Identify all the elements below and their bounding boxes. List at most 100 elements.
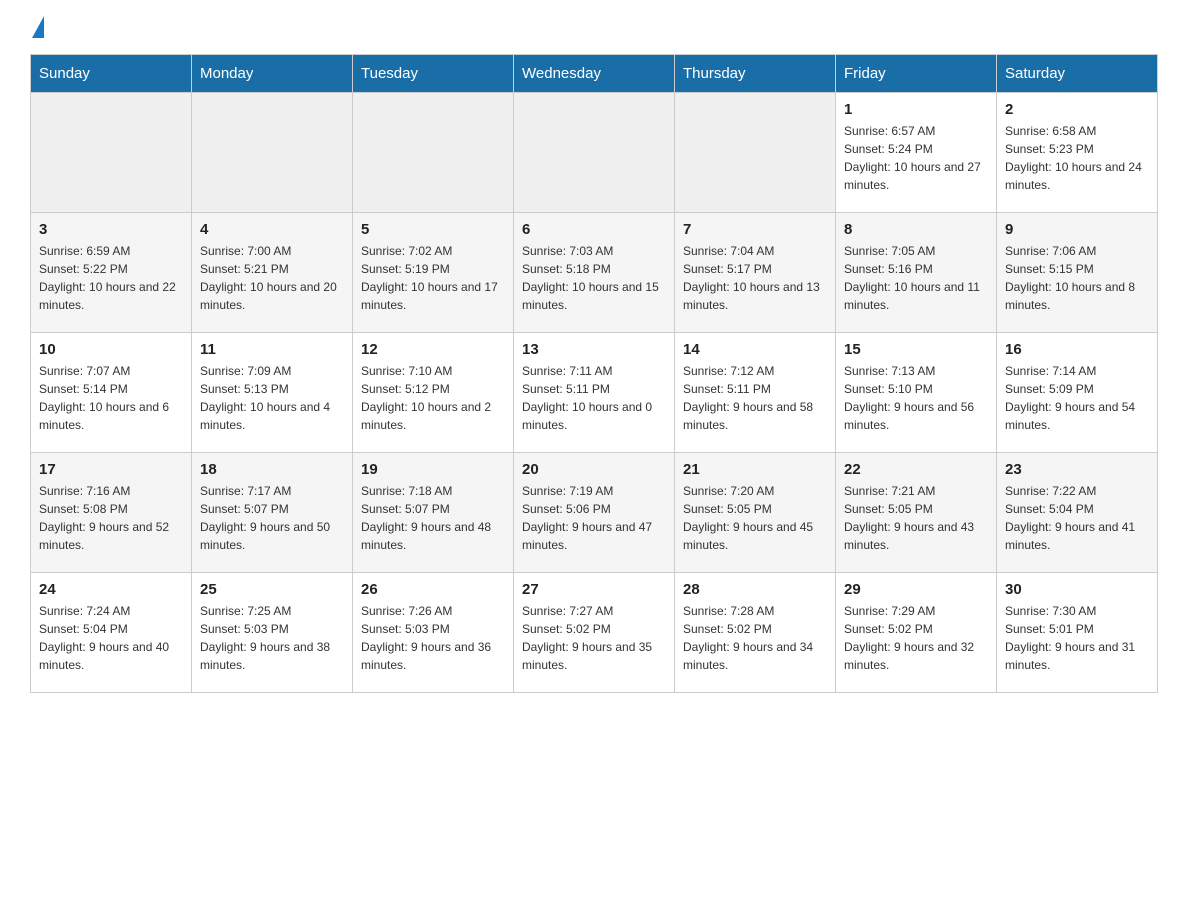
- calendar-day-cell: 22 Sunrise: 7:21 AMSunset: 5:05 PMDayligh…: [836, 453, 997, 573]
- day-number: 27: [522, 581, 666, 598]
- calendar-day-cell: 10 Sunrise: 7:07 AMSunset: 5:14 PMDayligh…: [31, 333, 192, 453]
- day-info: Sunrise: 7:17 AMSunset: 5:07 PMDaylight:…: [200, 482, 344, 554]
- day-info: Sunrise: 6:58 AMSunset: 5:23 PMDaylight:…: [1005, 122, 1149, 194]
- day-number: 15: [844, 341, 988, 358]
- day-info: Sunrise: 7:20 AMSunset: 5:05 PMDaylight:…: [683, 482, 827, 554]
- day-info: Sunrise: 7:00 AMSunset: 5:21 PMDaylight:…: [200, 242, 344, 314]
- day-info: Sunrise: 7:10 AMSunset: 5:12 PMDaylight:…: [361, 362, 505, 434]
- day-info: Sunrise: 7:12 AMSunset: 5:11 PMDaylight:…: [683, 362, 827, 434]
- calendar-day-cell: 24 Sunrise: 7:24 AMSunset: 5:04 PMDayligh…: [31, 573, 192, 693]
- day-info: Sunrise: 7:11 AMSunset: 5:11 PMDaylight:…: [522, 362, 666, 434]
- day-info: Sunrise: 7:28 AMSunset: 5:02 PMDaylight:…: [683, 602, 827, 674]
- day-info: Sunrise: 7:05 AMSunset: 5:16 PMDaylight:…: [844, 242, 988, 314]
- weekday-header-wednesday: Wednesday: [514, 55, 675, 93]
- day-number: 6: [522, 221, 666, 238]
- calendar-day-cell: 13 Sunrise: 7:11 AMSunset: 5:11 PMDayligh…: [514, 333, 675, 453]
- day-number: 20: [522, 461, 666, 478]
- weekday-header-sunday: Sunday: [31, 55, 192, 93]
- day-info: Sunrise: 7:24 AMSunset: 5:04 PMDaylight:…: [39, 602, 183, 674]
- calendar-day-cell: 28 Sunrise: 7:28 AMSunset: 5:02 PMDayligh…: [675, 573, 836, 693]
- weekday-header-thursday: Thursday: [675, 55, 836, 93]
- day-number: 26: [361, 581, 505, 598]
- day-info: Sunrise: 7:03 AMSunset: 5:18 PMDaylight:…: [522, 242, 666, 314]
- day-info: Sunrise: 7:22 AMSunset: 5:04 PMDaylight:…: [1005, 482, 1149, 554]
- day-info: Sunrise: 7:25 AMSunset: 5:03 PMDaylight:…: [200, 602, 344, 674]
- day-info: Sunrise: 6:57 AMSunset: 5:24 PMDaylight:…: [844, 122, 988, 194]
- weekday-header-monday: Monday: [192, 55, 353, 93]
- day-number: 19: [361, 461, 505, 478]
- calendar-week-row: 17 Sunrise: 7:16 AMSunset: 5:08 PMDayligh…: [31, 453, 1158, 573]
- day-info: Sunrise: 7:26 AMSunset: 5:03 PMDaylight:…: [361, 602, 505, 674]
- calendar-day-cell: 6 Sunrise: 7:03 AMSunset: 5:18 PMDaylight…: [514, 213, 675, 333]
- day-number: 7: [683, 221, 827, 238]
- day-number: 9: [1005, 221, 1149, 238]
- calendar-table: SundayMondayTuesdayWednesdayThursdayFrid…: [30, 54, 1158, 693]
- calendar-day-cell: 7 Sunrise: 7:04 AMSunset: 5:17 PMDaylight…: [675, 213, 836, 333]
- day-number: 13: [522, 341, 666, 358]
- day-number: 4: [200, 221, 344, 238]
- day-number: 22: [844, 461, 988, 478]
- calendar-day-cell: [31, 93, 192, 213]
- calendar-day-cell: 19 Sunrise: 7:18 AMSunset: 5:07 PMDayligh…: [353, 453, 514, 573]
- calendar-day-cell: 3Sunrise: 6:59 AMSunset: 5:22 PMDaylight…: [31, 213, 192, 333]
- calendar-day-cell: [514, 93, 675, 213]
- calendar-day-cell: 21 Sunrise: 7:20 AMSunset: 5:05 PMDayligh…: [675, 453, 836, 573]
- calendar-day-cell: 9Sunrise: 7:06 AMSunset: 5:15 PMDaylight…: [997, 213, 1158, 333]
- weekday-header-friday: Friday: [836, 55, 997, 93]
- day-number: 17: [39, 461, 183, 478]
- day-info: Sunrise: 7:18 AMSunset: 5:07 PMDaylight:…: [361, 482, 505, 554]
- day-number: 24: [39, 581, 183, 598]
- day-number: 30: [1005, 581, 1149, 598]
- day-info: Sunrise: 7:09 AMSunset: 5:13 PMDaylight:…: [200, 362, 344, 434]
- day-info: Sunrise: 7:27 AMSunset: 5:02 PMDaylight:…: [522, 602, 666, 674]
- day-number: 12: [361, 341, 505, 358]
- calendar-day-cell: 8 Sunrise: 7:05 AMSunset: 5:16 PMDaylight…: [836, 213, 997, 333]
- calendar-day-cell: 26 Sunrise: 7:26 AMSunset: 5:03 PMDayligh…: [353, 573, 514, 693]
- logo-triangle-icon: [32, 16, 44, 38]
- day-info: Sunrise: 7:29 AMSunset: 5:02 PMDaylight:…: [844, 602, 988, 674]
- day-number: 23: [1005, 461, 1149, 478]
- day-number: 5: [361, 221, 505, 238]
- day-number: 2: [1005, 101, 1149, 118]
- day-info: Sunrise: 6:59 AMSunset: 5:22 PMDaylight:…: [39, 242, 183, 314]
- calendar-day-cell: 16Sunrise: 7:14 AMSunset: 5:09 PMDayligh…: [997, 333, 1158, 453]
- calendar-day-cell: 23 Sunrise: 7:22 AMSunset: 5:04 PMDayligh…: [997, 453, 1158, 573]
- calendar-week-row: 1 Sunrise: 6:57 AMSunset: 5:24 PMDaylight…: [31, 93, 1158, 213]
- day-number: 16: [1005, 341, 1149, 358]
- calendar-week-row: 24 Sunrise: 7:24 AMSunset: 5:04 PMDayligh…: [31, 573, 1158, 693]
- calendar-day-cell: 27 Sunrise: 7:27 AMSunset: 5:02 PMDayligh…: [514, 573, 675, 693]
- calendar-day-cell: 1 Sunrise: 6:57 AMSunset: 5:24 PMDaylight…: [836, 93, 997, 213]
- day-number: 28: [683, 581, 827, 598]
- day-number: 18: [200, 461, 344, 478]
- day-number: 8: [844, 221, 988, 238]
- day-info: Sunrise: 7:30 AMSunset: 5:01 PMDaylight:…: [1005, 602, 1149, 674]
- day-number: 10: [39, 341, 183, 358]
- calendar-day-cell: 14Sunrise: 7:12 AMSunset: 5:11 PMDayligh…: [675, 333, 836, 453]
- day-info: Sunrise: 7:13 AMSunset: 5:10 PMDaylight:…: [844, 362, 988, 434]
- calendar-day-cell: [675, 93, 836, 213]
- calendar-day-cell: 12 Sunrise: 7:10 AMSunset: 5:12 PMDayligh…: [353, 333, 514, 453]
- page-header: [30, 20, 1158, 34]
- day-info: Sunrise: 7:07 AMSunset: 5:14 PMDaylight:…: [39, 362, 183, 434]
- day-info: Sunrise: 7:02 AMSunset: 5:19 PMDaylight:…: [361, 242, 505, 314]
- day-info: Sunrise: 7:19 AMSunset: 5:06 PMDaylight:…: [522, 482, 666, 554]
- calendar-day-cell: 18 Sunrise: 7:17 AMSunset: 5:07 PMDayligh…: [192, 453, 353, 573]
- calendar-week-row: 3Sunrise: 6:59 AMSunset: 5:22 PMDaylight…: [31, 213, 1158, 333]
- day-number: 21: [683, 461, 827, 478]
- calendar-day-cell: 11 Sunrise: 7:09 AMSunset: 5:13 PMDayligh…: [192, 333, 353, 453]
- calendar-week-row: 10 Sunrise: 7:07 AMSunset: 5:14 PMDayligh…: [31, 333, 1158, 453]
- day-info: Sunrise: 7:16 AMSunset: 5:08 PMDaylight:…: [39, 482, 183, 554]
- calendar-day-cell: [353, 93, 514, 213]
- calendar-day-cell: 25 Sunrise: 7:25 AMSunset: 5:03 PMDayligh…: [192, 573, 353, 693]
- day-number: 1: [844, 101, 988, 118]
- calendar-day-cell: 5 Sunrise: 7:02 AMSunset: 5:19 PMDaylight…: [353, 213, 514, 333]
- day-number: 11: [200, 341, 344, 358]
- logo: [30, 20, 44, 34]
- calendar-day-cell: 15 Sunrise: 7:13 AMSunset: 5:10 PMDayligh…: [836, 333, 997, 453]
- day-info: Sunrise: 7:21 AMSunset: 5:05 PMDaylight:…: [844, 482, 988, 554]
- calendar-day-cell: 29Sunrise: 7:29 AMSunset: 5:02 PMDayligh…: [836, 573, 997, 693]
- day-info: Sunrise: 7:04 AMSunset: 5:17 PMDaylight:…: [683, 242, 827, 314]
- calendar-day-cell: 2 Sunrise: 6:58 AMSunset: 5:23 PMDaylight…: [997, 93, 1158, 213]
- weekday-header-tuesday: Tuesday: [353, 55, 514, 93]
- day-number: 25: [200, 581, 344, 598]
